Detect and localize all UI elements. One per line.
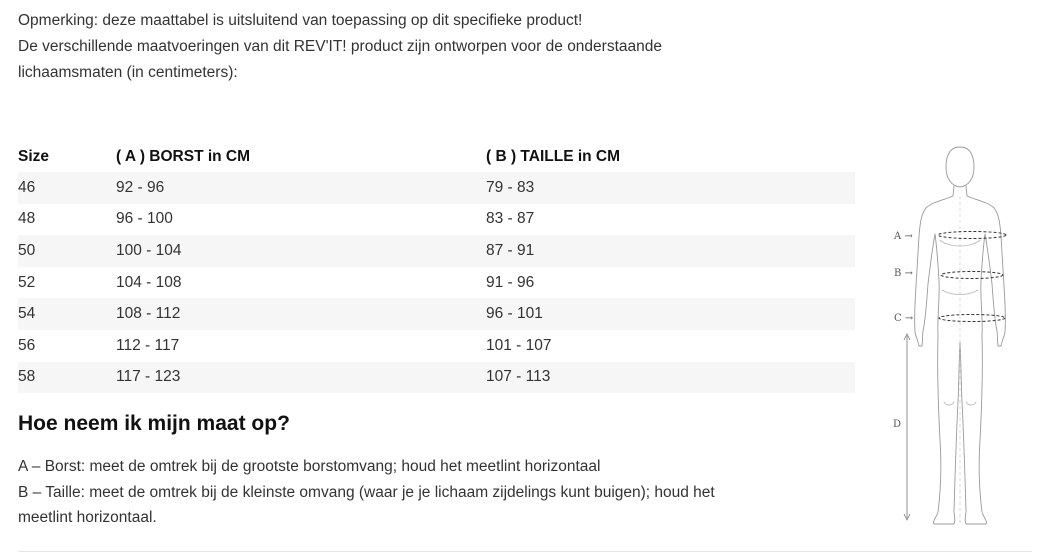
- cell-borst: 117 - 123: [116, 361, 486, 394]
- cell-size: 50: [18, 235, 116, 267]
- howto-instructions: A – Borst: meet de omtrek bij de grootst…: [18, 454, 838, 531]
- cell-taille: 101 - 107: [486, 336, 552, 354]
- cell-size: 52: [18, 273, 36, 291]
- label-b: B →: [894, 268, 914, 279]
- waist-measurement-ring: [940, 271, 1004, 279]
- cell-size: 46: [18, 172, 116, 204]
- inseam-arrow: [903, 333, 911, 521]
- cell-borst: 92 - 96: [116, 172, 486, 204]
- chest-measurement-ring: [937, 231, 1007, 239]
- label-c: C →: [894, 313, 914, 324]
- cell-borst: 100 - 104: [116, 235, 486, 267]
- table-header-row: Size ( A ) BORST in CM ( B ) TAILLE in C…: [18, 141, 855, 172]
- table-row: 58 117 - 123 107 - 113: [18, 361, 855, 394]
- cell-size: 54: [18, 298, 116, 330]
- instruction-a: A – Borst: meet de omtrek bij de grootst…: [18, 458, 601, 475]
- intro-line-1: Opmerking: deze maattabel is uitsluitend…: [18, 12, 583, 29]
- table-row: 46 92 - 96 79 - 83: [18, 172, 855, 204]
- cell-size: 58: [18, 361, 116, 394]
- header-size: Size: [18, 147, 50, 165]
- table-row: 48 96 - 100 83 - 87: [18, 204, 855, 236]
- header-borst: ( A ) BORST in CM: [116, 147, 251, 165]
- bottom-divider: [18, 551, 1032, 552]
- body-measurement-figure: A → B → C → D: [880, 140, 1040, 532]
- cell-borst: 108 - 112: [116, 298, 486, 330]
- intro-line-2: De verschillende maatvoeringen van dit R…: [18, 38, 662, 55]
- table-row: 50 100 - 104 87 - 91: [18, 235, 855, 267]
- instruction-b-continued: meetlint horizontaal.: [18, 509, 157, 526]
- size-table: Size ( A ) BORST in CM ( B ) TAILLE in C…: [18, 141, 855, 394]
- cell-borst: 112 - 117: [116, 336, 180, 354]
- label-a: A →: [893, 231, 913, 242]
- cell-borst: 104 - 108: [116, 273, 182, 291]
- cell-taille: 91 - 96: [486, 273, 535, 291]
- cell-taille: 83 - 87: [486, 210, 535, 228]
- table-row: 54 108 - 112 96 - 101: [18, 298, 855, 330]
- cell-taille: 107 - 113: [486, 361, 855, 394]
- cell-taille: 96 - 101: [486, 298, 855, 330]
- intro-text: Opmerking: deze maattabel is uitsluitend…: [18, 8, 838, 86]
- body-outline-illustration: A → B → C → D: [893, 146, 1007, 526]
- table-row: 52 104 - 108 91 - 96: [18, 267, 855, 299]
- header-taille: ( B ) TAILLE in CM: [486, 147, 621, 165]
- howto-title: Hoe neem ik mijn maat op?: [18, 412, 290, 435]
- cell-size: 56: [18, 336, 36, 354]
- cell-borst: 96 - 100: [116, 210, 173, 228]
- cell-taille: 87 - 91: [486, 235, 855, 267]
- intro-line-3: lichaamsmaten (in centimeters):: [18, 64, 238, 81]
- instruction-b: B – Taille: meet de omtrek bij de kleins…: [18, 483, 715, 501]
- cell-taille: 79 - 83: [486, 172, 855, 204]
- table-row: 56 112 - 117 101 - 107: [18, 330, 855, 362]
- cell-size: 48: [18, 210, 36, 228]
- label-d: D: [893, 419, 901, 430]
